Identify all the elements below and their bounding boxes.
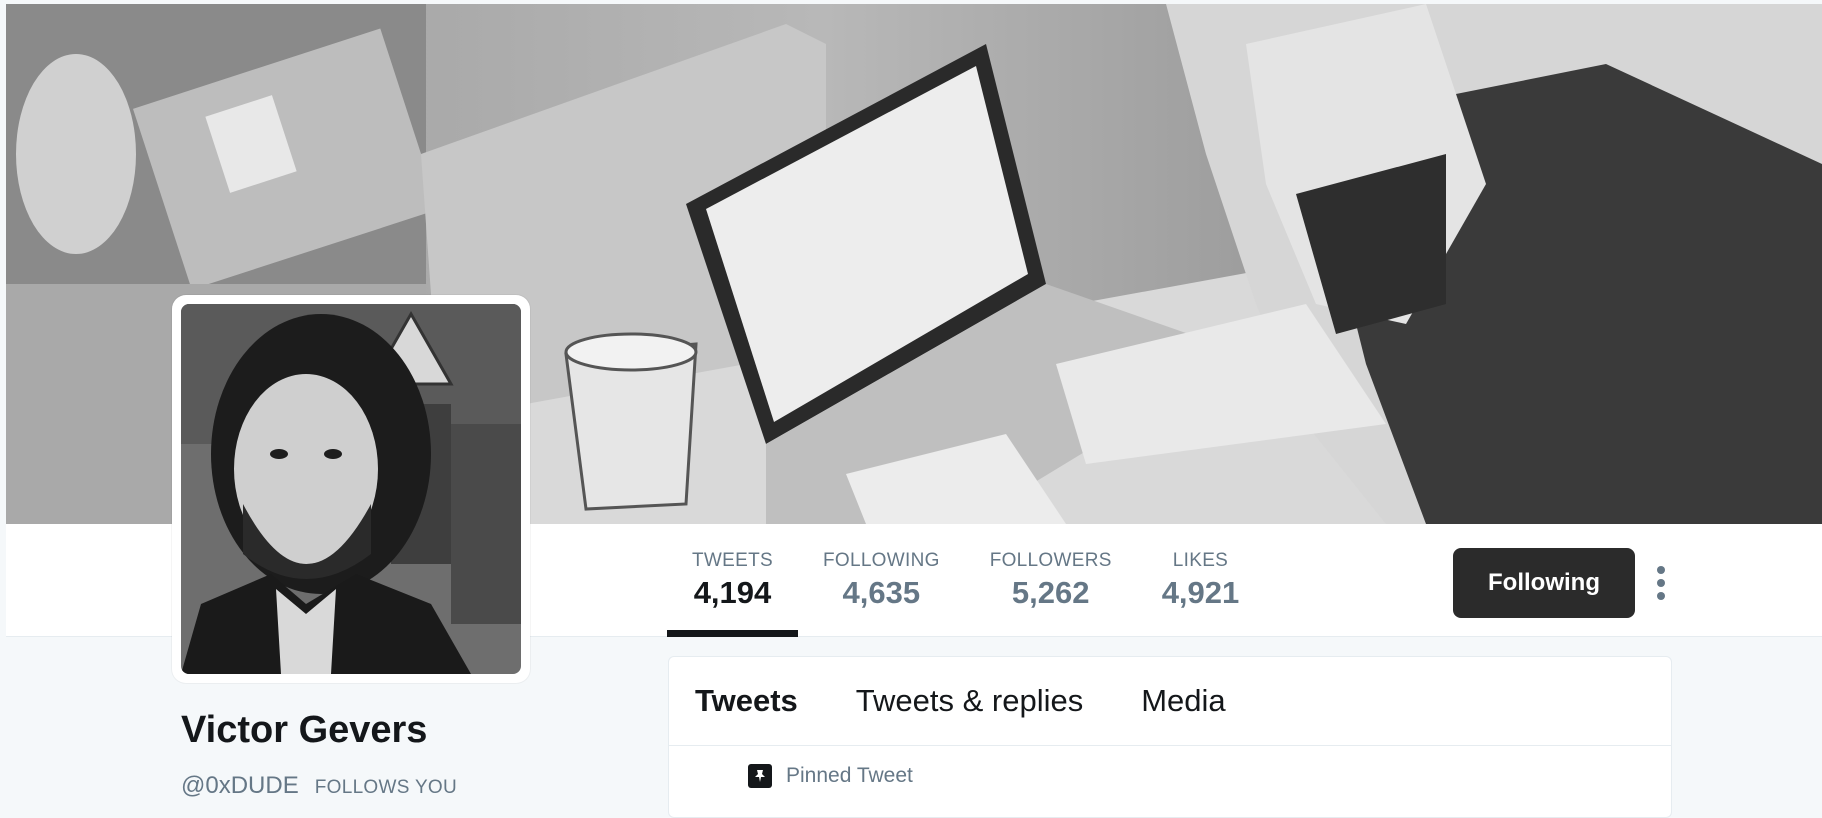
stat-followers[interactable]: FOLLOWERS 5,262: [965, 524, 1137, 636]
stat-value: 4,635: [842, 575, 921, 610]
profile-handle-row: @0xDUDE FOLLOWS YOU: [181, 772, 457, 800]
stat-value: 4,921: [1161, 575, 1240, 610]
following-button[interactable]: Following: [1453, 548, 1635, 618]
pin-icon: [748, 764, 772, 788]
stat-label: LIKES: [1172, 550, 1229, 571]
profile-name: Victor Gevers: [181, 709, 428, 751]
dot: [1657, 592, 1665, 600]
timeline-card: Tweets Tweets & replies Media Pinned Twe…: [668, 656, 1672, 818]
pinned-tweet-label: Pinned Tweet: [786, 764, 913, 787]
more-options-icon[interactable]: [1648, 560, 1674, 606]
stat-tweets[interactable]: TWEETS 4,194: [667, 524, 798, 637]
tab-media[interactable]: Media: [1141, 683, 1225, 719]
profile-avatar[interactable]: [172, 295, 530, 683]
pinned-tweet-header: Pinned Tweet: [669, 746, 1671, 788]
tab-tweets-and-replies[interactable]: Tweets & replies: [856, 683, 1083, 719]
stat-label: TWEETS: [692, 550, 773, 571]
dot: [1657, 566, 1665, 574]
tab-tweets[interactable]: Tweets: [695, 683, 798, 719]
stat-following[interactable]: FOLLOWING 4,635: [798, 524, 965, 636]
stat-likes[interactable]: LIKES 4,921: [1137, 524, 1265, 636]
stat-label: FOLLOWERS: [989, 550, 1112, 571]
stat-value: 5,262: [1011, 575, 1090, 610]
profile-stats: TWEETS 4,194 FOLLOWING 4,635 FOLLOWERS 5…: [667, 524, 1265, 637]
stat-value: 4,194: [693, 575, 772, 610]
follows-you-badge: FOLLOWS YOU: [314, 777, 458, 798]
stat-label: FOLLOWING: [822, 550, 940, 571]
profile-handle[interactable]: @0xDUDE: [181, 772, 299, 800]
timeline-tabs: Tweets Tweets & replies Media: [669, 657, 1671, 746]
dot: [1657, 579, 1665, 587]
avatar-photo: [181, 304, 521, 674]
